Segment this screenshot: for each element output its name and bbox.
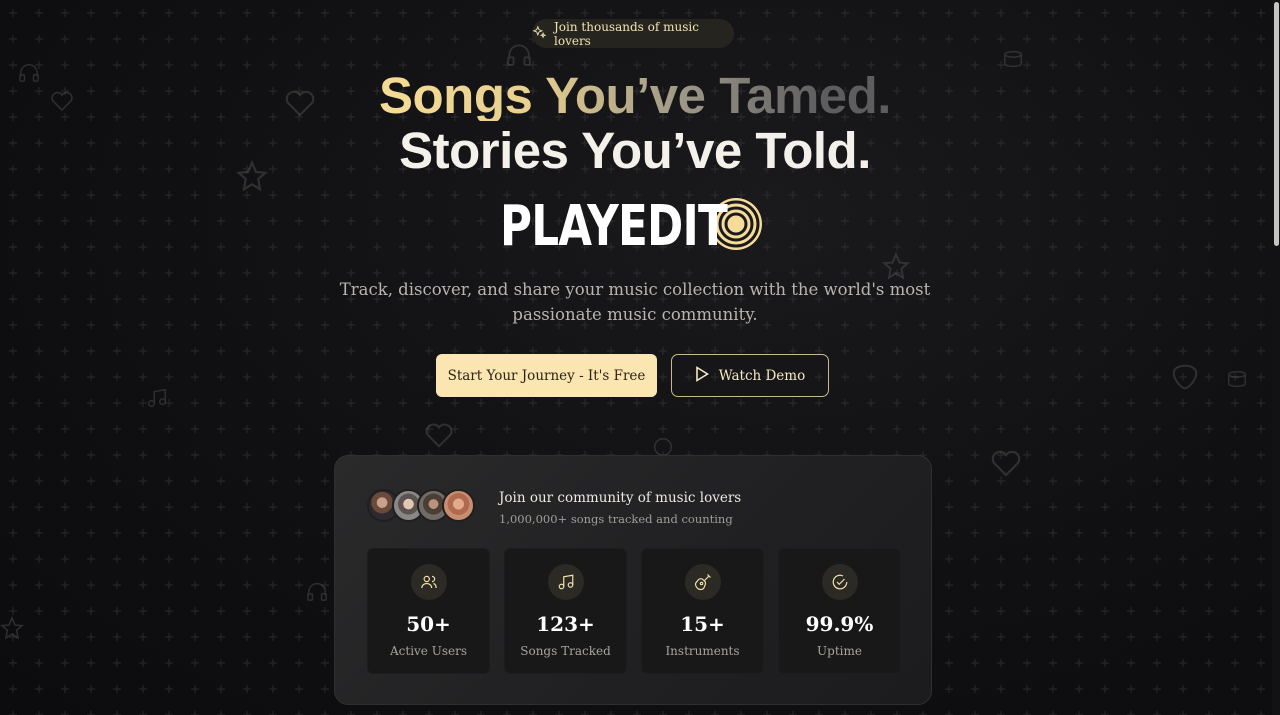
badge-label: Join thousands of music lovers <box>554 19 699 48</box>
stat-card-uptime: 99.9% Uptime <box>778 548 901 674</box>
heart-icon <box>424 420 454 454</box>
stat-label: Uptime <box>817 644 862 658</box>
stat-label: Active Users <box>389 644 467 658</box>
drum-icon <box>1002 48 1024 74</box>
stat-card-songs: 123+ Songs Tracked <box>504 548 627 674</box>
hero-description: Track, discover, and share your music co… <box>339 280 931 324</box>
music-note-icon <box>548 564 584 600</box>
users-icon <box>411 564 447 600</box>
watch-demo-button[interactable]: Watch Demo <box>671 354 829 397</box>
heart-icon <box>990 448 1022 482</box>
stat-card-users: 50+ Active Users <box>367 548 490 674</box>
sparkles-icon <box>532 25 547 42</box>
start-journey-button[interactable]: Start Your Journey - It's Free <box>436 354 657 397</box>
scrollbar-thumb[interactable] <box>1274 2 1279 246</box>
star-icon <box>0 615 24 644</box>
drum-icon <box>1226 368 1248 394</box>
watch-demo-label: Watch Demo <box>718 367 806 384</box>
headphones-icon <box>18 62 40 86</box>
community-title: Join our community of music lovers <box>499 490 742 506</box>
stat-value: 50+ <box>406 612 451 636</box>
stat-label: Instruments <box>665 644 740 658</box>
heart-icon <box>50 90 74 116</box>
community-badge: Join thousands of music lovers <box>532 19 734 48</box>
heart-icon <box>284 88 316 122</box>
guitar-pick-icon <box>1170 362 1200 396</box>
hero-title-line-2: Stories You’ve Told. <box>399 122 871 179</box>
brand-logo: PLAYEDIT <box>500 193 770 259</box>
check-circle-icon <box>822 564 858 600</box>
avatar <box>442 489 475 522</box>
brand-name: PLAYEDIT <box>500 193 728 259</box>
stat-value: 123+ <box>536 612 595 636</box>
stat-label: Songs Tracked <box>520 644 611 658</box>
stats-row: 50+ Active Users 123+ Songs Tracked 15+ … <box>367 548 901 674</box>
play-icon <box>695 365 709 386</box>
stat-card-instruments: 15+ Instruments <box>641 548 764 674</box>
music-notes-icon <box>146 386 168 414</box>
headphones-icon <box>306 580 328 606</box>
headphones-icon <box>506 42 532 70</box>
stat-value: 99.9% <box>805 612 874 636</box>
hero-title-line-1: Songs You’ve Tamed. <box>365 70 905 121</box>
guitar-icon <box>685 564 721 600</box>
stat-value: 15+ <box>680 612 725 636</box>
community-card: Join our community of music lovers 1,000… <box>334 455 932 705</box>
avatar-group <box>367 489 475 522</box>
community-subtitle: 1,000,000+ songs tracked and counting <box>499 512 733 526</box>
vertical-scrollbar[interactable] <box>1272 0 1280 715</box>
